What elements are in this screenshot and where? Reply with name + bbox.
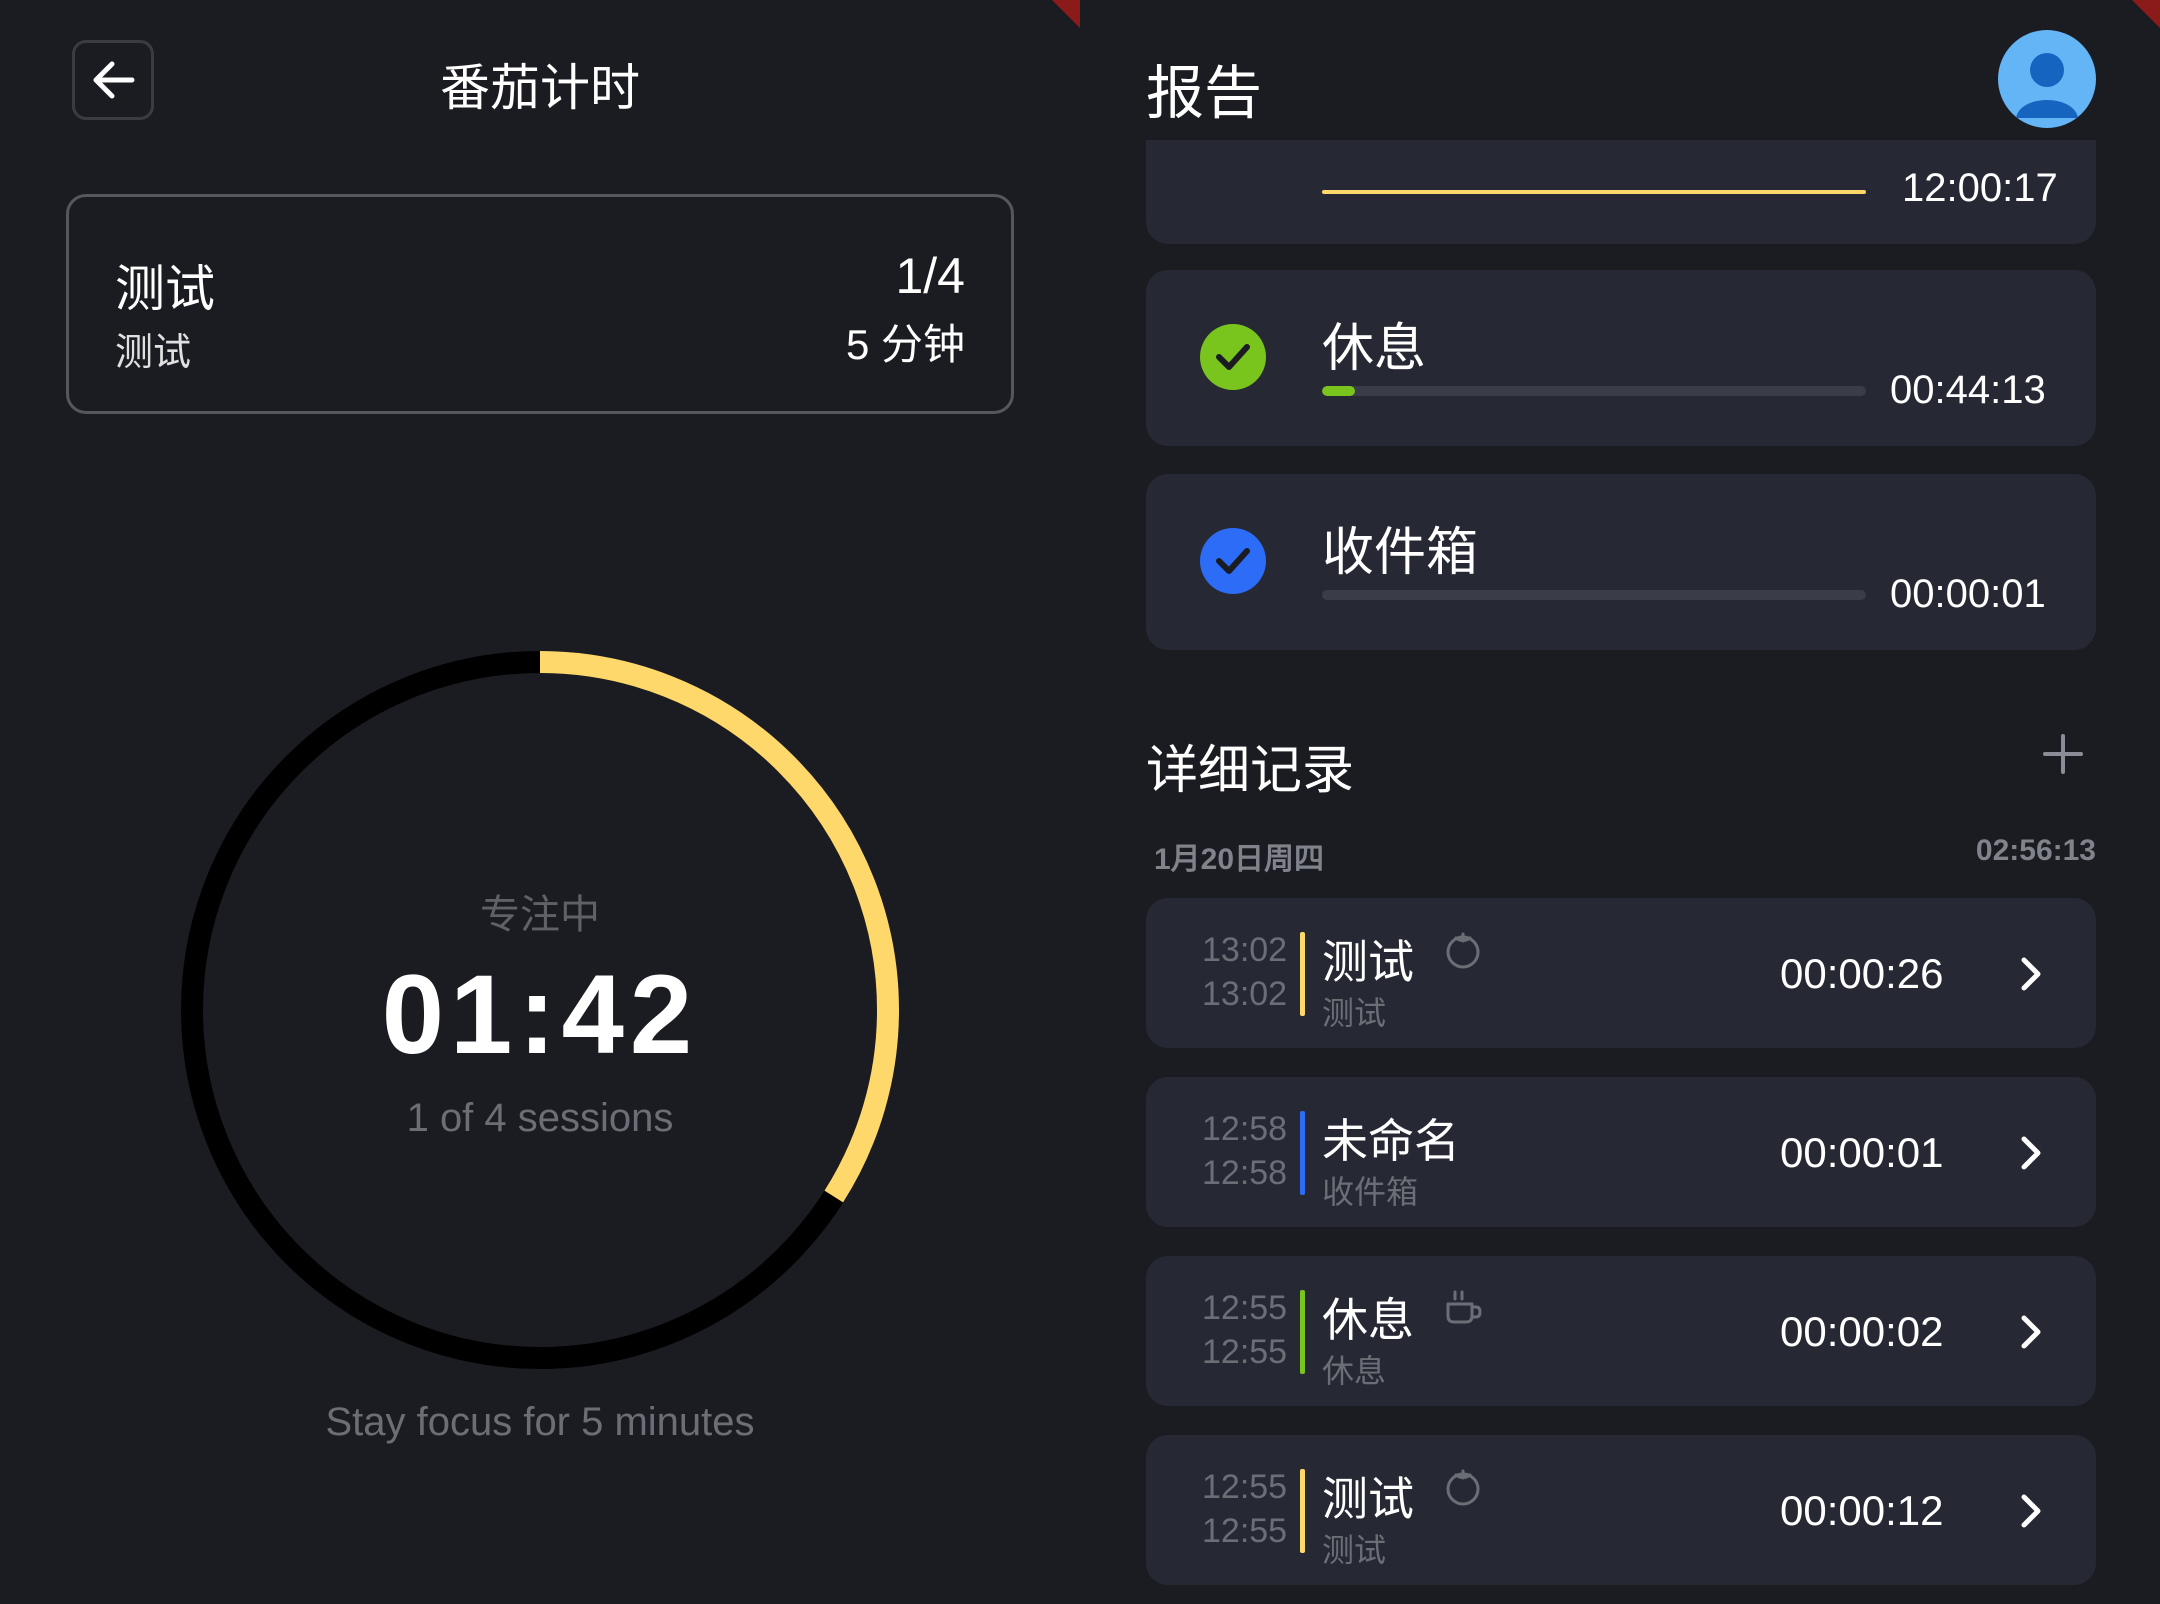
category-name: 休息 [1322, 320, 1427, 378]
plus-icon [2043, 734, 2083, 774]
task-category: 测试 [115, 332, 192, 374]
record-color-bar [1300, 932, 1305, 1016]
record-times: 13:02 13:02 [1202, 928, 1287, 1016]
category-progress-fill [1322, 386, 1355, 396]
record-name: 休息 [1322, 1294, 1414, 1346]
add-record-button[interactable] [2038, 726, 2088, 782]
task-card[interactable]: 测试 测试 1/4 5 分钟 [66, 194, 1014, 414]
record-duration: 00:00:26 [1780, 950, 1944, 997]
record-end: 12:55 [1202, 1333, 1288, 1371]
record-times: 12:55 12:55 [1202, 1286, 1287, 1374]
category-card-rest[interactable]: 休息 00:44:13 [1146, 270, 2096, 446]
section-title: 详细记录 [1146, 742, 1355, 800]
record-name: 未命名 [1322, 1115, 1460, 1167]
record-name: 测试 [1322, 1473, 1414, 1525]
record-color-bar [1300, 1111, 1305, 1195]
page-title: 番茄计时 [440, 60, 640, 116]
record-row[interactable]: 12:58 12:58 未命名 收件箱 00:00:01 [1146, 1077, 2096, 1227]
record-end: 13:02 [1202, 975, 1288, 1013]
record-times: 12:55 12:55 [1202, 1465, 1287, 1553]
chevron-right-icon [2021, 1136, 2041, 1170]
record-end: 12:55 [1202, 1512, 1288, 1550]
check-circle-icon [1200, 324, 1266, 390]
category-name: 收件箱 [1322, 524, 1479, 582]
coffee-cup-icon [1446, 1290, 1482, 1324]
category-time: 00:00:01 [1890, 572, 2046, 616]
pomodoro-screen: 番茄计时 测试 测试 1/4 5 分钟 专注中 01:42 1 of 4 ses… [0, 0, 1080, 1604]
session-duration: 5 分钟 [845, 321, 965, 368]
record-duration: 00:00:02 [1780, 1308, 1944, 1355]
record-duration: 00:00:01 [1780, 1129, 1944, 1176]
check-circle-icon [1200, 528, 1266, 594]
timer-countdown: 01:42 [381, 952, 699, 1077]
category-time: 12:00:17 [1902, 166, 2058, 210]
date-total: 02:56:13 [1975, 834, 2096, 867]
category-progress-track [1322, 590, 1866, 600]
record-times: 12:58 12:58 [1202, 1107, 1287, 1195]
chevron-right-icon [2021, 1494, 2041, 1528]
chevron-right-icon [2021, 1315, 2041, 1349]
record-duration: 00:00:12 [1780, 1487, 1944, 1534]
record-category: 休息 [1322, 1353, 1387, 1389]
category-progress-track [1322, 386, 1866, 396]
record-end: 12:58 [1202, 1154, 1288, 1192]
session-progress: 1/4 [895, 248, 965, 304]
category-card-inbox[interactable]: 收件箱 00:00:01 [1146, 474, 2096, 650]
record-row[interactable]: 13:02 13:02 测试 测试 00:00:26 [1146, 898, 2096, 1048]
tomato-icon [1446, 932, 1480, 969]
report-screen: 报告 12:00:17 休息 00:44:13 收件箱 00:00:01 详细记… [1080, 0, 2160, 1604]
record-start: 13:02 [1202, 931, 1288, 969]
corner-marker [2132, 0, 2160, 28]
corner-marker [1052, 0, 1080, 28]
chevron-right-icon [2021, 957, 2041, 991]
user-avatar-icon [2016, 53, 2078, 118]
record-start: 12:58 [1202, 1110, 1288, 1148]
tomato-icon [1446, 1469, 1480, 1506]
task-name: 测试 [115, 261, 215, 317]
category-time: 00:44:13 [1890, 368, 2046, 412]
record-color-bar [1300, 1469, 1305, 1553]
record-row[interactable]: 12:55 12:55 测试 测试 00:00:12 [1146, 1435, 2096, 1585]
record-row[interactable]: 12:55 12:55 休息 休息 00:00:02 [1146, 1256, 2096, 1406]
record-category: 测试 [1322, 1532, 1387, 1568]
category-progress-fill [1322, 190, 1866, 194]
focus-hint: Stay focus for 5 minutes [325, 1400, 755, 1444]
record-name: 测试 [1322, 936, 1414, 988]
record-start: 12:55 [1202, 1468, 1288, 1506]
date-label: 1月20日周四 [1154, 843, 1325, 876]
record-category: 收件箱 [1322, 1174, 1419, 1210]
user-avatar[interactable] [1998, 30, 2096, 128]
record-color-bar [1300, 1290, 1305, 1374]
timer-status: 专注中 [480, 893, 600, 937]
record-category: 测试 [1322, 995, 1387, 1031]
record-start: 12:55 [1202, 1289, 1288, 1327]
category-card-partial[interactable]: 12:00:17 [1146, 140, 2096, 244]
page-title: 报告 [1146, 61, 1263, 126]
session-counter: 1 of 4 sessions [406, 1096, 674, 1140]
